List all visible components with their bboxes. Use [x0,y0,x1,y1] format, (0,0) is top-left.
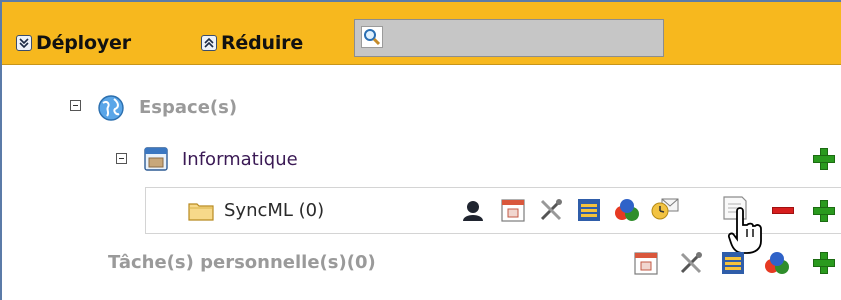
search-input[interactable] [354,19,664,57]
expand-double-chevron-icon [16,35,32,51]
calendar-icon[interactable] [500,197,526,223]
collapse-all-button[interactable]: Réduire [201,31,303,55]
alarm-email-icon[interactable] [650,196,680,222]
add-space-item-plus-icon[interactable] [813,148,835,170]
personal-tasks-label[interactable]: Tâche(s) personnelle(s)(0) [108,252,376,273]
globe-icon [98,95,124,121]
tools-icon[interactable] [678,250,704,276]
tools-icon[interactable] [538,197,564,223]
expand-all-button[interactable]: Déployer [16,31,131,55]
list-icon[interactable] [720,250,746,276]
minus-icon[interactable] [772,207,794,214]
person-icon[interactable] [460,197,486,223]
folder-label[interactable]: SyncML (0) [224,200,324,221]
plus-icon[interactable] [813,252,835,274]
folder-icon [188,203,214,221]
collapse-double-chevron-icon [201,35,217,51]
tree-root-label[interactable]: Espace(s) [139,97,237,118]
shapes-icon[interactable] [763,250,791,276]
expand-all-label: Déployer [36,32,131,54]
space-collapse-toggle[interactable] [116,153,127,164]
tree-space-label[interactable]: Informatique [182,149,298,170]
hand-cursor-icon [727,207,762,254]
magnifier-icon[interactable] [361,26,383,48]
toolbar: Déployer Réduire [2,2,841,65]
plus-icon[interactable] [813,200,835,222]
window-icon [144,147,168,171]
root-collapse-toggle[interactable] [70,100,81,111]
collapse-all-label: Réduire [221,32,304,54]
shapes-icon[interactable] [613,197,641,223]
list-icon[interactable] [576,197,602,223]
calendar-icon[interactable] [633,250,659,276]
